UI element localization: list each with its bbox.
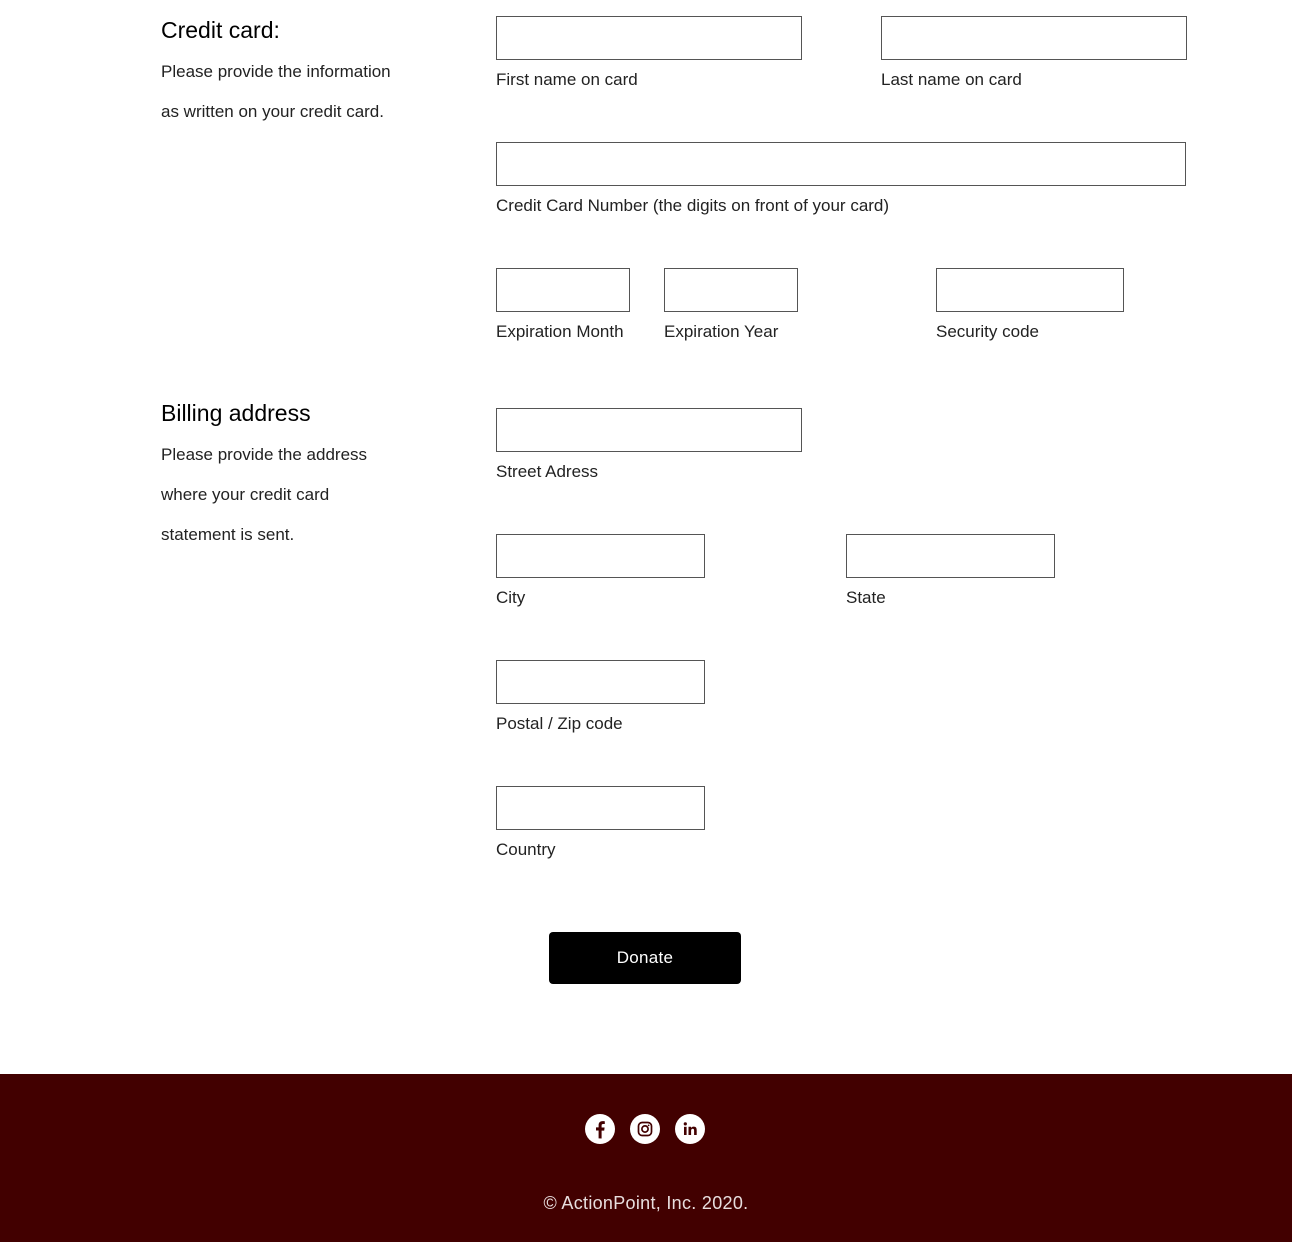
credit-card-section-title: Credit card: <box>161 17 280 43</box>
billing-description-line: statement is sent. <box>161 525 295 544</box>
expiration-month-input[interactable] <box>496 268 630 312</box>
expiration-year-label: Expiration Year <box>664 322 779 341</box>
last-name-on-card-input[interactable] <box>881 16 1187 60</box>
billing-address-section-title: Billing address <box>161 400 311 426</box>
state-label: State <box>846 588 886 607</box>
card-number-input[interactable] <box>496 142 1186 186</box>
social-links <box>585 1114 707 1144</box>
postal-code-label: Postal / Zip code <box>496 714 623 733</box>
last-name-on-card-label: Last name on card <box>881 70 1022 89</box>
city-label: City <box>496 588 526 607</box>
country-input[interactable] <box>496 786 705 830</box>
card-number-label: Credit Card Number (the digits on front … <box>496 196 890 215</box>
site-footer <box>0 1074 1292 1242</box>
billing-address-description: Please provide the address where your cr… <box>161 435 461 555</box>
country-label: Country <box>496 840 556 859</box>
security-code-label: Security code <box>936 322 1039 341</box>
first-name-on-card-input[interactable] <box>496 16 802 60</box>
facebook-icon[interactable] <box>585 1114 615 1144</box>
donate-button[interactable]: Donate <box>549 932 741 984</box>
street-address-label: Street Adress <box>496 462 599 481</box>
billing-description-line: where your credit card <box>161 485 330 504</box>
linkedin-icon[interactable] <box>675 1114 705 1144</box>
first-name-on-card-label: First name on card <box>496 70 638 89</box>
instagram-icon[interactable] <box>630 1114 660 1144</box>
billing-description-line: Please provide the address <box>161 445 368 464</box>
street-address-input[interactable] <box>496 408 802 452</box>
expiration-year-input[interactable] <box>664 268 798 312</box>
postal-code-input[interactable] <box>496 660 705 704</box>
credit-card-description-line: as written on your credit card. <box>161 102 384 121</box>
state-input[interactable] <box>846 534 1055 578</box>
city-input[interactable] <box>496 534 705 578</box>
expiration-month-label: Expiration Month <box>496 322 624 341</box>
security-code-input[interactable] <box>936 268 1124 312</box>
copyright-text: © ActionPoint, Inc. 2020. <box>543 1193 749 1213</box>
credit-card-description: Please provide the information as writte… <box>161 52 461 132</box>
credit-card-description-line: Please provide the information <box>161 62 391 81</box>
